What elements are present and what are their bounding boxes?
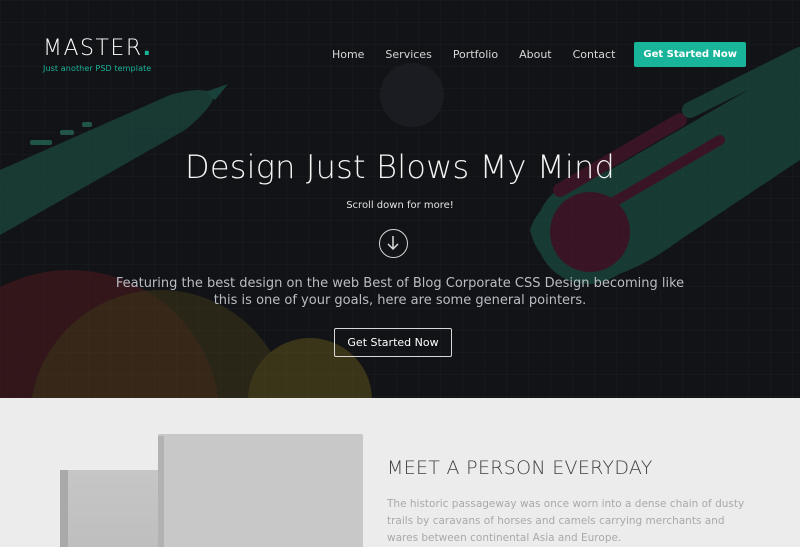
nav-services[interactable]: Services	[385, 48, 431, 61]
main-nav: Home Services Portfolio About Contact Ge…	[332, 42, 746, 67]
hero-scroll-text: Scroll down for more!	[346, 200, 454, 211]
device-mockup-front-edge	[158, 436, 164, 547]
nav-get-started-button[interactable]: Get Started Now	[634, 42, 746, 67]
feature-text: The historic passageway was once worn in…	[387, 498, 745, 544]
device-mockup-back	[60, 470, 172, 547]
logo[interactable]: MASTER. Just another PSD template	[43, 36, 152, 73]
nav-about[interactable]: About	[519, 48, 552, 61]
nav-portfolio[interactable]: Portfolio	[453, 48, 498, 61]
hero-section: MASTER. Just another PSD template Home S…	[0, 0, 800, 398]
hero-title: Design Just Blows My Mind	[185, 148, 615, 186]
device-mockup-front	[158, 434, 363, 547]
device-mockup-back-edge	[60, 470, 68, 547]
logo-tagline: Just another PSD template	[43, 64, 152, 73]
nav-home[interactable]: Home	[332, 48, 364, 61]
logo-wordmark: MASTER.	[43, 36, 152, 62]
logo-dot: .	[142, 36, 153, 61]
feature-title: MEET A PERSON EVERYDAY	[387, 457, 653, 479]
hero-get-started-button[interactable]: Get Started Now	[334, 328, 452, 357]
nav-contact[interactable]: Contact	[573, 48, 616, 61]
logo-text: MASTER	[43, 36, 143, 61]
hero-description: Featuring the best design on the web Bes…	[115, 276, 685, 308]
arrow-down-circle-icon[interactable]	[379, 229, 408, 258]
